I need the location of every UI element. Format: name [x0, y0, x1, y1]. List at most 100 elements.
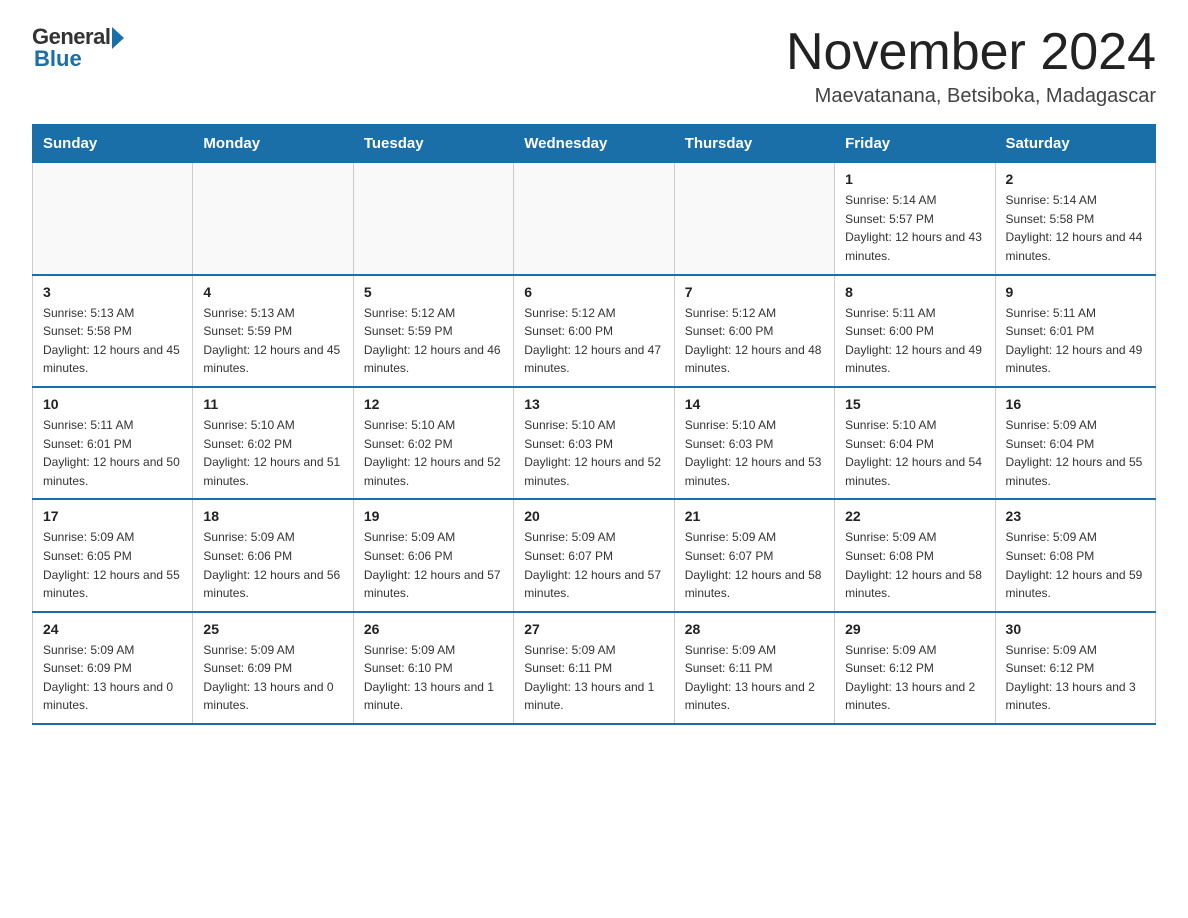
day-detail: Sunrise: 5:10 AM Sunset: 6:02 PM Dayligh… — [364, 416, 503, 490]
day-number: 30 — [1006, 621, 1145, 637]
calendar-cell: 23 Sunrise: 5:09 AM Sunset: 6:08 PM Dayli… — [995, 499, 1155, 611]
day-number: 16 — [1006, 396, 1145, 412]
day-detail: Sunrise: 5:12 AM Sunset: 5:59 PM Dayligh… — [364, 304, 503, 378]
day-number: 26 — [364, 621, 503, 637]
day-number: 27 — [524, 621, 663, 637]
day-detail: Sunrise: 5:09 AM Sunset: 6:04 PM Dayligh… — [1006, 416, 1145, 490]
weekday-header-monday: Monday — [193, 125, 353, 163]
day-number: 19 — [364, 508, 503, 524]
weekday-header-friday: Friday — [835, 125, 995, 163]
calendar-cell: 10 Sunrise: 5:11 AM Sunset: 6:01 PM Dayli… — [33, 387, 193, 499]
month-title: November 2024 — [786, 24, 1156, 81]
calendar-week-row: 17 Sunrise: 5:09 AM Sunset: 6:05 PM Dayli… — [33, 499, 1156, 611]
calendar-cell: 24 Sunrise: 5:09 AM Sunset: 6:09 PM Dayli… — [33, 612, 193, 724]
day-detail: Sunrise: 5:10 AM Sunset: 6:04 PM Dayligh… — [845, 416, 984, 490]
day-number: 11 — [203, 396, 342, 412]
day-number: 12 — [364, 396, 503, 412]
day-number: 13 — [524, 396, 663, 412]
calendar-cell: 13 Sunrise: 5:10 AM Sunset: 6:03 PM Dayli… — [514, 387, 674, 499]
day-number: 1 — [845, 171, 984, 187]
calendar-cell: 12 Sunrise: 5:10 AM Sunset: 6:02 PM Dayli… — [353, 387, 513, 499]
calendar-cell — [514, 163, 674, 275]
calendar-cell: 6 Sunrise: 5:12 AM Sunset: 6:00 PM Daylig… — [514, 275, 674, 387]
calendar-cell — [353, 163, 513, 275]
day-detail: Sunrise: 5:11 AM Sunset: 6:01 PM Dayligh… — [1006, 304, 1145, 378]
calendar-cell: 5 Sunrise: 5:12 AM Sunset: 5:59 PM Daylig… — [353, 275, 513, 387]
day-number: 20 — [524, 508, 663, 524]
calendar-cell: 30 Sunrise: 5:09 AM Sunset: 6:12 PM Dayli… — [995, 612, 1155, 724]
day-number: 22 — [845, 508, 984, 524]
day-detail: Sunrise: 5:10 AM Sunset: 6:02 PM Dayligh… — [203, 416, 342, 490]
calendar-cell — [193, 163, 353, 275]
calendar-cell: 26Sunrise: 5:09 AM Sunset: 6:10 PM Dayli… — [353, 612, 513, 724]
calendar-cell: 20 Sunrise: 5:09 AM Sunset: 6:07 PM Dayli… — [514, 499, 674, 611]
day-number: 29 — [845, 621, 984, 637]
day-detail: Sunrise: 5:09 AM Sunset: 6:05 PM Dayligh… — [43, 528, 182, 602]
day-detail: Sunrise: 5:12 AM Sunset: 6:00 PM Dayligh… — [524, 304, 663, 378]
calendar-cell: 8 Sunrise: 5:11 AM Sunset: 6:00 PM Daylig… — [835, 275, 995, 387]
calendar-week-row: 1Sunrise: 5:14 AM Sunset: 5:57 PM Daylig… — [33, 163, 1156, 275]
day-number: 5 — [364, 284, 503, 300]
day-number: 8 — [845, 284, 984, 300]
day-number: 4 — [203, 284, 342, 300]
day-detail: Sunrise: 5:09 AM Sunset: 6:06 PM Dayligh… — [203, 528, 342, 602]
day-number: 7 — [685, 284, 824, 300]
day-detail: Sunrise: 5:13 AM Sunset: 5:58 PM Dayligh… — [43, 304, 182, 378]
day-detail: Sunrise: 5:09 AM Sunset: 6:06 PM Dayligh… — [364, 528, 503, 602]
day-detail: Sunrise: 5:09 AM Sunset: 6:09 PM Dayligh… — [203, 641, 342, 715]
calendar-cell: 17 Sunrise: 5:09 AM Sunset: 6:05 PM Dayli… — [33, 499, 193, 611]
day-number: 23 — [1006, 508, 1145, 524]
day-number: 14 — [685, 396, 824, 412]
location-subtitle: Maevatanana, Betsiboka, Madagascar — [786, 85, 1156, 108]
calendar-cell: 3 Sunrise: 5:13 AM Sunset: 5:58 PM Daylig… — [33, 275, 193, 387]
calendar-cell — [33, 163, 193, 275]
logo-blue-text: Blue — [34, 46, 82, 72]
day-number: 21 — [685, 508, 824, 524]
day-number: 18 — [203, 508, 342, 524]
page-header: General Blue November 2024 Maevatanana, … — [32, 24, 1156, 108]
calendar-cell: 1Sunrise: 5:14 AM Sunset: 5:57 PM Daylig… — [835, 163, 995, 275]
calendar-cell: 9Sunrise: 5:11 AM Sunset: 6:01 PM Daylig… — [995, 275, 1155, 387]
day-detail: Sunrise: 5:14 AM Sunset: 5:58 PM Dayligh… — [1006, 191, 1145, 265]
calendar-cell: 11 Sunrise: 5:10 AM Sunset: 6:02 PM Dayli… — [193, 387, 353, 499]
weekday-header-thursday: Thursday — [674, 125, 834, 163]
day-number: 3 — [43, 284, 182, 300]
day-detail: Sunrise: 5:09 AM Sunset: 6:09 PM Dayligh… — [43, 641, 182, 715]
day-detail: Sunrise: 5:11 AM Sunset: 6:00 PM Dayligh… — [845, 304, 984, 378]
calendar-cell: 18 Sunrise: 5:09 AM Sunset: 6:06 PM Dayli… — [193, 499, 353, 611]
day-number: 6 — [524, 284, 663, 300]
calendar-cell: 19 Sunrise: 5:09 AM Sunset: 6:06 PM Dayli… — [353, 499, 513, 611]
day-number: 10 — [43, 396, 182, 412]
logo-arrow-icon — [112, 27, 124, 49]
calendar-cell: 21 Sunrise: 5:09 AM Sunset: 6:07 PM Dayli… — [674, 499, 834, 611]
calendar-cell — [674, 163, 834, 275]
day-detail: Sunrise: 5:09 AM Sunset: 6:08 PM Dayligh… — [1006, 528, 1145, 602]
weekday-header-saturday: Saturday — [995, 125, 1155, 163]
day-detail: Sunrise: 5:09 AM Sunset: 6:07 PM Dayligh… — [524, 528, 663, 602]
day-detail: Sunrise: 5:09 AM Sunset: 6:12 PM Dayligh… — [1006, 641, 1145, 715]
day-detail: Sunrise: 5:10 AM Sunset: 6:03 PM Dayligh… — [685, 416, 824, 490]
day-detail: Sunrise: 5:09 AM Sunset: 6:07 PM Dayligh… — [685, 528, 824, 602]
calendar-cell: 22 Sunrise: 5:09 AM Sunset: 6:08 PM Dayli… — [835, 499, 995, 611]
calendar-cell: 14 Sunrise: 5:10 AM Sunset: 6:03 PM Dayli… — [674, 387, 834, 499]
calendar-cell: 2 Sunrise: 5:14 AM Sunset: 5:58 PM Daylig… — [995, 163, 1155, 275]
calendar-week-row: 10 Sunrise: 5:11 AM Sunset: 6:01 PM Dayli… — [33, 387, 1156, 499]
logo: General Blue — [32, 24, 124, 72]
day-detail: Sunrise: 5:09 AM Sunset: 6:11 PM Dayligh… — [524, 641, 663, 715]
day-detail: Sunrise: 5:12 AM Sunset: 6:00 PM Dayligh… — [685, 304, 824, 378]
weekday-header-tuesday: Tuesday — [353, 125, 513, 163]
day-number: 24 — [43, 621, 182, 637]
calendar-cell: 15 Sunrise: 5:10 AM Sunset: 6:04 PM Dayli… — [835, 387, 995, 499]
calendar-week-row: 24 Sunrise: 5:09 AM Sunset: 6:09 PM Dayli… — [33, 612, 1156, 724]
weekday-header-wednesday: Wednesday — [514, 125, 674, 163]
day-detail: Sunrise: 5:09 AM Sunset: 6:11 PM Dayligh… — [685, 641, 824, 715]
day-detail: Sunrise: 5:10 AM Sunset: 6:03 PM Dayligh… — [524, 416, 663, 490]
day-number: 15 — [845, 396, 984, 412]
calendar-cell: 7 Sunrise: 5:12 AM Sunset: 6:00 PM Daylig… — [674, 275, 834, 387]
day-number: 2 — [1006, 171, 1145, 187]
day-detail: Sunrise: 5:11 AM Sunset: 6:01 PM Dayligh… — [43, 416, 182, 490]
calendar-cell: 16 Sunrise: 5:09 AM Sunset: 6:04 PM Dayli… — [995, 387, 1155, 499]
day-detail: Sunrise: 5:09 AM Sunset: 6:08 PM Dayligh… — [845, 528, 984, 602]
day-number: 17 — [43, 508, 182, 524]
calendar-cell: 27 Sunrise: 5:09 AM Sunset: 6:11 PM Dayli… — [514, 612, 674, 724]
